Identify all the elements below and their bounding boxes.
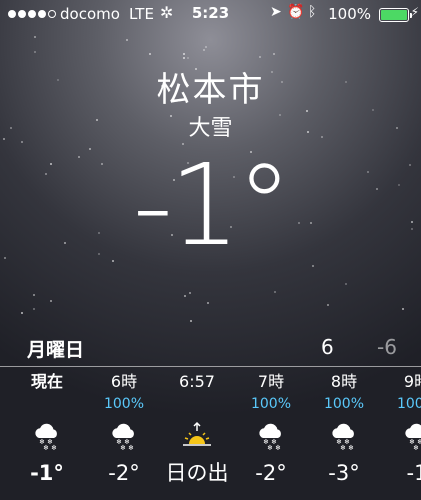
- hour-column: 8時 100% ❄ ❄ ❄ ❄ -3°: [309, 370, 379, 488]
- low-temperature: -6: [377, 335, 397, 359]
- svg-text:❄: ❄: [120, 444, 126, 451]
- snowflake: [207, 301, 210, 304]
- precipitation-chance: 100%: [103, 396, 145, 412]
- snowflake: [33, 307, 36, 310]
- hour-label: 現在: [30, 372, 63, 391]
- snowflake: [311, 264, 314, 267]
- snowflake: [149, 53, 152, 56]
- hour-label: 7時: [257, 372, 285, 391]
- status-bar: docomo LTE ✲ 5:23 ➤ ⏰ ᛒ 100% ⚡: [0, 0, 421, 30]
- svg-text:❄: ❄: [413, 444, 419, 451]
- snowflake: [205, 45, 208, 48]
- snow-cloud-icon: ❄❄❄❄: [309, 414, 379, 458]
- snowflake: [190, 320, 193, 323]
- hour-column: 6:57 日の出: [162, 370, 232, 488]
- hourly-forecast[interactable]: 現在 ❄ ❄ ❄ ❄ -1° 6時 100% ❄ ❄ ❄ ❄ -2° 6:57 日の出 7時…: [0, 370, 421, 500]
- precipitation-chance: 100%: [396, 396, 421, 412]
- alarm-clock-icon: ⏰: [287, 4, 305, 20]
- snowflake: [202, 49, 205, 52]
- snowflake: [258, 55, 261, 58]
- snowflake: [32, 293, 35, 296]
- snow-cloud-icon: ❄❄❄❄: [382, 414, 421, 458]
- snow-cloud-icon: ❄❄❄❄: [12, 414, 82, 458]
- snowflake: [34, 50, 37, 53]
- snowflake: [344, 282, 347, 285]
- snowflake: [189, 291, 192, 294]
- hour-temperature: 日の出: [165, 461, 229, 485]
- hour-temperature: -3°: [328, 461, 360, 485]
- snowflake: [182, 52, 185, 55]
- hour-label: 6時: [110, 372, 138, 391]
- hour-label: 8時: [330, 372, 358, 391]
- bluetooth-icon: ᛒ: [308, 4, 317, 20]
- snowflake: [272, 52, 275, 55]
- high-temperature: 6: [321, 335, 334, 359]
- snowflake: [126, 38, 129, 41]
- precipitation-chance: [162, 394, 232, 414]
- svg-text:❄: ❄: [128, 444, 134, 451]
- weather-condition: 大雪: [188, 116, 233, 141]
- svg-text:❄: ❄: [267, 444, 273, 451]
- divider: [0, 366, 421, 367]
- snowflake: [326, 304, 329, 307]
- snowflake: [184, 294, 187, 297]
- charging-bolt-icon: ⚡: [410, 5, 419, 19]
- today-summary: 月曜日 6 -6: [0, 335, 421, 363]
- snowflake: [183, 56, 186, 59]
- hour-temperature: -1°: [30, 461, 64, 485]
- svg-text:❄: ❄: [43, 444, 49, 451]
- sunrise-icon: [162, 414, 232, 458]
- precipitation-chance: 100%: [323, 396, 365, 412]
- precipitation-chance: 100%: [250, 396, 292, 412]
- snowflake: [401, 308, 404, 311]
- hour-label: 9時: [403, 372, 421, 391]
- hour-column: 現在 ❄ ❄ ❄ ❄ -1°: [12, 370, 82, 488]
- snow-cloud-icon: ❄❄❄❄: [236, 414, 306, 458]
- svg-text:❄: ❄: [51, 444, 57, 451]
- snowflake: [49, 299, 52, 302]
- snowflake: [186, 57, 189, 60]
- location-arrow-icon: ➤: [270, 4, 282, 20]
- hour-column: 9時 100% ❄❄❄❄ -1: [382, 370, 421, 488]
- hour-column: 6時 100% ❄ ❄ ❄ ❄ -2°: [89, 370, 159, 488]
- hour-temperature: -2°: [108, 461, 140, 485]
- day-name: 月曜日: [27, 339, 85, 361]
- battery-percent: 100%: [328, 5, 371, 23]
- snowflake: [274, 290, 277, 293]
- svg-text:❄: ❄: [348, 444, 354, 451]
- battery-icon: [379, 8, 412, 22]
- hour-column: 7時 100% ❄ ❄ ❄ ❄ -2°: [236, 370, 306, 488]
- precipitation-chance: [12, 394, 82, 414]
- snowflake: [20, 311, 23, 314]
- hour-label: 6:57: [179, 372, 215, 391]
- snowflake: [33, 36, 36, 39]
- svg-text:❄: ❄: [275, 444, 281, 451]
- hour-temperature: -2°: [255, 461, 287, 485]
- current-temperature: -1°: [132, 141, 293, 271]
- svg-text:❄: ❄: [340, 444, 346, 451]
- city-name: 松本市: [156, 70, 265, 110]
- snow-cloud-icon: ❄❄❄❄: [89, 414, 159, 458]
- hour-temperature: -1: [406, 461, 421, 485]
